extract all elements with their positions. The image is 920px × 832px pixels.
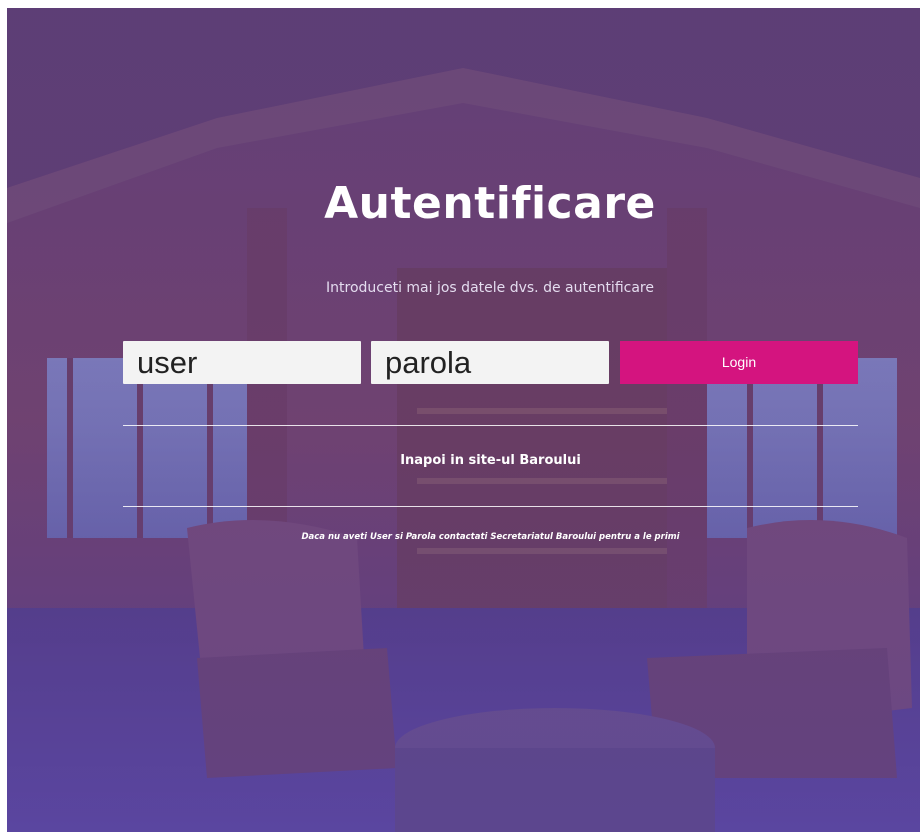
login-button[interactable]: Login xyxy=(620,341,858,384)
login-content: Autentificare Introduceti mai jos datele… xyxy=(7,8,920,832)
page-subtitle: Introduceti mai jos datele dvs. de auten… xyxy=(326,280,654,296)
password-input[interactable] xyxy=(371,341,609,384)
divider-top xyxy=(123,425,858,426)
divider-bottom xyxy=(123,506,858,507)
login-page: Autentificare Introduceti mai jos datele… xyxy=(7,8,920,832)
credentials-note: Daca nu aveti User si Parola contactati … xyxy=(301,532,680,542)
page-title: Autentificare xyxy=(324,178,656,229)
back-to-site-link[interactable]: Inapoi in site-ul Baroului xyxy=(123,453,858,468)
user-input[interactable] xyxy=(123,341,361,384)
